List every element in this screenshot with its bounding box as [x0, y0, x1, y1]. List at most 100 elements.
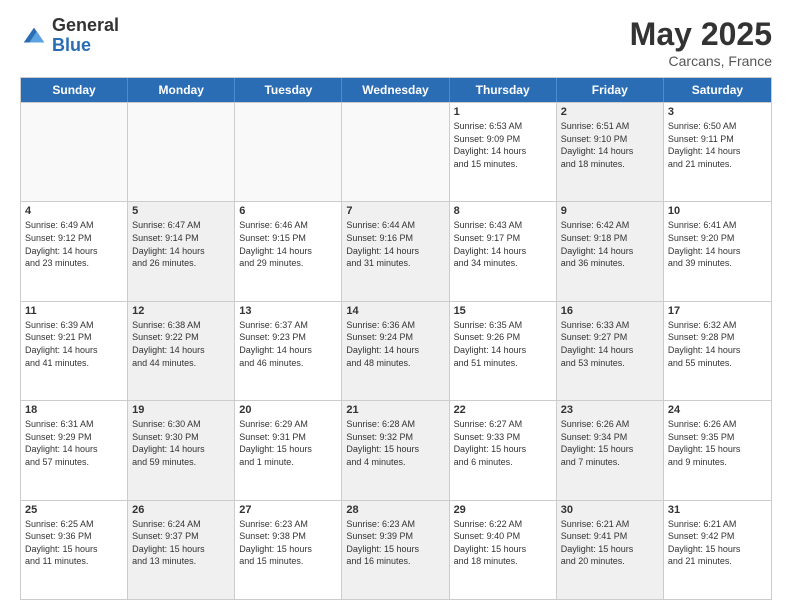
day-number-18: 18 [25, 404, 123, 416]
cell-w4-d7: 24 Sunrise: 6:26 AM Sunset: 9:35 PM Dayli… [664, 401, 771, 499]
day-info-31: Sunrise: 6:21 AM Sunset: 9:42 PM Dayligh… [668, 518, 767, 568]
cell-w4-d6: 23 Sunrise: 6:26 AM Sunset: 9:34 PM Dayli… [557, 401, 664, 499]
day-number-25: 25 [25, 504, 123, 516]
day-info-24: Sunrise: 6:26 AM Sunset: 9:35 PM Dayligh… [668, 418, 767, 468]
day-info-14: Sunrise: 6:36 AM Sunset: 9:24 PM Dayligh… [346, 319, 444, 369]
cell-w4-d3: 20Sunrise: 6:29 AM Sunset: 9:31 PM Dayli… [235, 401, 342, 499]
day-number-6: 6 [239, 205, 337, 217]
cell-w3-d6: 16Sunrise: 6:33 AM Sunset: 9:27 PM Dayli… [557, 302, 664, 400]
cell-w2-d1: 4 Sunrise: 6:49 AM Sunset: 9:12 PM Daylig… [21, 202, 128, 300]
cell-w4-d5: 22 Sunrise: 6:27 AM Sunset: 9:33 PM Dayli… [450, 401, 557, 499]
day-info-4: Sunrise: 6:49 AM Sunset: 9:12 PM Dayligh… [25, 219, 123, 269]
cell-w1-d6: 2Sunrise: 6:51 AM Sunset: 9:10 PM Daylig… [557, 103, 664, 201]
logo-text: General Blue [52, 16, 119, 56]
cell-w3-d1: 11Sunrise: 6:39 AM Sunset: 9:21 PM Dayli… [21, 302, 128, 400]
day-number-16: 16 [561, 305, 659, 317]
cell-w5-d5: 29Sunrise: 6:22 AM Sunset: 9:40 PM Dayli… [450, 501, 557, 599]
day-number-9: 9 [561, 205, 659, 217]
week-row-5: 25Sunrise: 6:25 AM Sunset: 9:36 PM Dayli… [21, 500, 771, 599]
day-number-13: 13 [239, 305, 337, 317]
header-sunday: Sunday [21, 78, 128, 102]
day-number-24: 24 [668, 404, 767, 416]
title-month: May 2025 [630, 16, 772, 53]
day-info-2: Sunrise: 6:51 AM Sunset: 9:10 PM Dayligh… [561, 120, 659, 170]
day-info-18: Sunrise: 6:31 AM Sunset: 9:29 PM Dayligh… [25, 418, 123, 468]
day-info-9: Sunrise: 6:42 AM Sunset: 9:18 PM Dayligh… [561, 219, 659, 269]
header-wednesday: Wednesday [342, 78, 449, 102]
day-number-10: 10 [668, 205, 767, 217]
cell-w3-d5: 15 Sunrise: 6:35 AM Sunset: 9:26 PM Dayli… [450, 302, 557, 400]
calendar-body: 1Sunrise: 6:53 AM Sunset: 9:09 PM Daylig… [21, 102, 771, 599]
cell-w1-d5: 1Sunrise: 6:53 AM Sunset: 9:09 PM Daylig… [450, 103, 557, 201]
day-info-20: Sunrise: 6:29 AM Sunset: 9:31 PM Dayligh… [239, 418, 337, 468]
day-number-31: 31 [668, 504, 767, 516]
day-number-22: 22 [454, 404, 552, 416]
cell-w5-d4: 28 Sunrise: 6:23 AM Sunset: 9:39 PM Dayli… [342, 501, 449, 599]
cell-w5-d1: 25Sunrise: 6:25 AM Sunset: 9:36 PM Dayli… [21, 501, 128, 599]
header-friday: Friday [557, 78, 664, 102]
day-number-30: 30 [561, 504, 659, 516]
day-info-23: Sunrise: 6:26 AM Sunset: 9:34 PM Dayligh… [561, 418, 659, 468]
day-number-28: 28 [346, 504, 444, 516]
day-info-10: Sunrise: 6:41 AM Sunset: 9:20 PM Dayligh… [668, 219, 767, 269]
cell-w4-d4: 21 Sunrise: 6:28 AM Sunset: 9:32 PM Dayli… [342, 401, 449, 499]
logo-icon [20, 22, 48, 50]
cell-w5-d6: 30 Sunrise: 6:21 AM Sunset: 9:41 PM Dayli… [557, 501, 664, 599]
day-info-19: Sunrise: 6:30 AM Sunset: 9:30 PM Dayligh… [132, 418, 230, 468]
cell-w1-d7: 3 Sunrise: 6:50 AM Sunset: 9:11 PM Daylig… [664, 103, 771, 201]
day-info-12: Sunrise: 6:38 AM Sunset: 9:22 PM Dayligh… [132, 319, 230, 369]
cell-w4-d2: 19 Sunrise: 6:30 AM Sunset: 9:30 PM Dayli… [128, 401, 235, 499]
header-thursday: Thursday [450, 78, 557, 102]
week-row-4: 18 Sunrise: 6:31 AM Sunset: 9:29 PM Dayli… [21, 400, 771, 499]
day-number-19: 19 [132, 404, 230, 416]
week-row-1: 1Sunrise: 6:53 AM Sunset: 9:09 PM Daylig… [21, 102, 771, 201]
day-info-1: Sunrise: 6:53 AM Sunset: 9:09 PM Dayligh… [454, 120, 552, 170]
page: General Blue May 2025 Carcans, France Su… [0, 0, 792, 612]
cell-w3-d2: 12Sunrise: 6:38 AM Sunset: 9:22 PM Dayli… [128, 302, 235, 400]
day-number-27: 27 [239, 504, 337, 516]
header-monday: Monday [128, 78, 235, 102]
cell-w5-d3: 27 Sunrise: 6:23 AM Sunset: 9:38 PM Dayli… [235, 501, 342, 599]
header-saturday: Saturday [664, 78, 771, 102]
day-info-17: Sunrise: 6:32 AM Sunset: 9:28 PM Dayligh… [668, 319, 767, 369]
cell-w2-d5: 8Sunrise: 6:43 AM Sunset: 9:17 PM Daylig… [450, 202, 557, 300]
cell-w3-d7: 17 Sunrise: 6:32 AM Sunset: 9:28 PM Dayli… [664, 302, 771, 400]
cell-w2-d3: 6 Sunrise: 6:46 AM Sunset: 9:15 PM Daylig… [235, 202, 342, 300]
day-info-7: Sunrise: 6:44 AM Sunset: 9:16 PM Dayligh… [346, 219, 444, 269]
day-number-3: 3 [668, 106, 767, 118]
day-info-28: Sunrise: 6:23 AM Sunset: 9:39 PM Dayligh… [346, 518, 444, 568]
day-info-5: Sunrise: 6:47 AM Sunset: 9:14 PM Dayligh… [132, 219, 230, 269]
title-block: May 2025 Carcans, France [630, 16, 772, 69]
week-row-2: 4 Sunrise: 6:49 AM Sunset: 9:12 PM Daylig… [21, 201, 771, 300]
day-info-13: Sunrise: 6:37 AM Sunset: 9:23 PM Dayligh… [239, 319, 337, 369]
day-number-14: 14 [346, 305, 444, 317]
cell-w2-d7: 10 Sunrise: 6:41 AM Sunset: 9:20 PM Dayli… [664, 202, 771, 300]
day-info-27: Sunrise: 6:23 AM Sunset: 9:38 PM Dayligh… [239, 518, 337, 568]
cell-w5-d7: 31 Sunrise: 6:21 AM Sunset: 9:42 PM Dayli… [664, 501, 771, 599]
day-info-8: Sunrise: 6:43 AM Sunset: 9:17 PM Dayligh… [454, 219, 552, 269]
calendar: Sunday Monday Tuesday Wednesday Thursday… [20, 77, 772, 600]
day-number-7: 7 [346, 205, 444, 217]
cell-w1-d1 [21, 103, 128, 201]
cell-w2-d4: 7 Sunrise: 6:44 AM Sunset: 9:16 PM Daylig… [342, 202, 449, 300]
day-info-3: Sunrise: 6:50 AM Sunset: 9:11 PM Dayligh… [668, 120, 767, 170]
day-info-22: Sunrise: 6:27 AM Sunset: 9:33 PM Dayligh… [454, 418, 552, 468]
day-info-29: Sunrise: 6:22 AM Sunset: 9:40 PM Dayligh… [454, 518, 552, 568]
day-number-17: 17 [668, 305, 767, 317]
day-info-15: Sunrise: 6:35 AM Sunset: 9:26 PM Dayligh… [454, 319, 552, 369]
day-number-26: 26 [132, 504, 230, 516]
day-info-21: Sunrise: 6:28 AM Sunset: 9:32 PM Dayligh… [346, 418, 444, 468]
day-number-23: 23 [561, 404, 659, 416]
week-row-3: 11Sunrise: 6:39 AM Sunset: 9:21 PM Dayli… [21, 301, 771, 400]
calendar-header: Sunday Monday Tuesday Wednesday Thursday… [21, 78, 771, 102]
day-info-30: Sunrise: 6:21 AM Sunset: 9:41 PM Dayligh… [561, 518, 659, 568]
day-info-26: Sunrise: 6:24 AM Sunset: 9:37 PM Dayligh… [132, 518, 230, 568]
cell-w4-d1: 18 Sunrise: 6:31 AM Sunset: 9:29 PM Dayli… [21, 401, 128, 499]
day-number-15: 15 [454, 305, 552, 317]
logo-general-text: General [52, 16, 119, 36]
cell-w5-d2: 26 Sunrise: 6:24 AM Sunset: 9:37 PM Dayli… [128, 501, 235, 599]
cell-w1-d3 [235, 103, 342, 201]
day-info-6: Sunrise: 6:46 AM Sunset: 9:15 PM Dayligh… [239, 219, 337, 269]
day-number-21: 21 [346, 404, 444, 416]
day-number-4: 4 [25, 205, 123, 217]
